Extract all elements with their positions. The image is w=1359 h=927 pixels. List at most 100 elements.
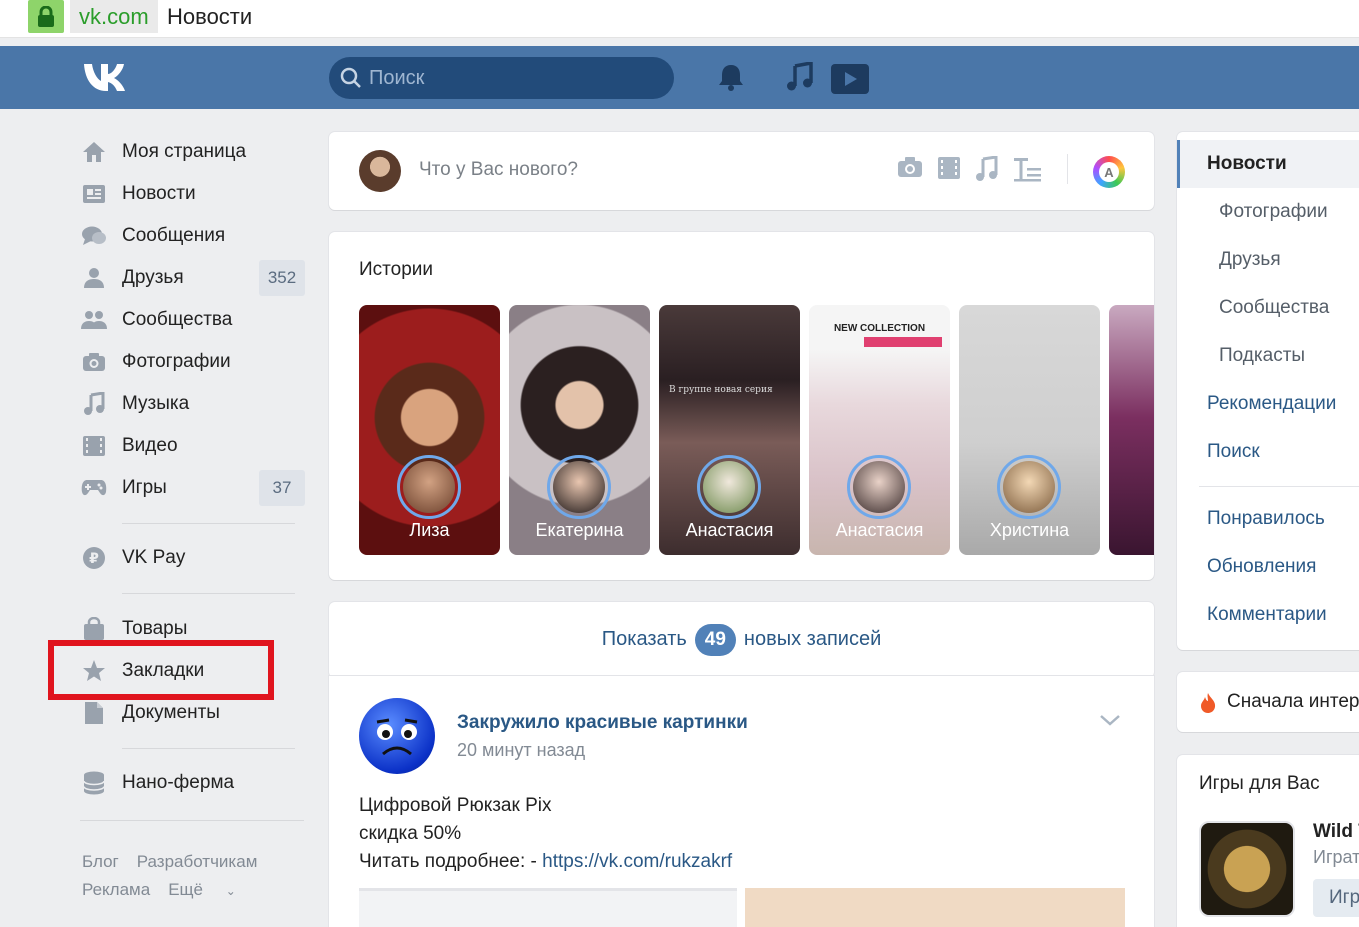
story-avatar <box>397 455 461 519</box>
fire-icon <box>1201 693 1216 713</box>
home-icon <box>80 138 108 166</box>
search-input[interactable] <box>369 57 659 99</box>
menu-item-vk-pay[interactable]: ₽ VK Pay <box>80 540 305 576</box>
post-line: Читать подробнее: - <box>359 851 543 872</box>
camera-icon[interactable] <box>897 156 923 187</box>
menu-item-my-page[interactable]: Моя страница <box>80 134 305 170</box>
stories-block: Истории Лиза Екатерина В группе новая се… <box>329 232 1154 580</box>
right-nav-news[interactable]: Новости <box>1177 140 1359 188</box>
story-card[interactable]: Екатерина <box>509 305 650 555</box>
ruble-icon: ₽ <box>80 544 108 572</box>
composer-tools <box>897 155 1043 187</box>
user-avatar[interactable] <box>359 150 401 192</box>
film-icon <box>80 432 108 460</box>
post-image[interactable] <box>745 888 1125 927</box>
menu-label: Игры <box>122 477 167 498</box>
menu-item-video[interactable]: Видео <box>80 428 305 464</box>
post-timestamp[interactable]: 20 минут назад <box>457 740 585 761</box>
menu-label: Новости <box>122 183 196 204</box>
play-game-button[interactable]: Играть <box>1313 879 1359 917</box>
menu-item-documents[interactable]: Документы <box>80 695 305 731</box>
bell-icon[interactable] <box>716 62 746 97</box>
menu-item-messages[interactable]: Сообщения <box>80 218 305 254</box>
right-nav-communities[interactable]: Сообщества <box>1177 284 1359 332</box>
right-nav-comments[interactable]: Комментарии <box>1177 591 1359 639</box>
menu-label: Музыка <box>122 393 190 414</box>
menu-label: Друзья <box>122 267 184 288</box>
chevron-down-icon[interactable] <box>1099 714 1121 733</box>
game-icon[interactable] <box>1199 821 1295 917</box>
story-avatar <box>997 455 1061 519</box>
game-name[interactable]: Wild Tanks <box>1313 821 1359 843</box>
story-card[interactable]: Христина <box>959 305 1100 555</box>
right-nav-photos[interactable]: Фотографии <box>1177 188 1359 236</box>
menu-label: Видео <box>122 435 178 456</box>
menu-item-communities[interactable]: Сообщества <box>80 302 305 338</box>
post-author-avatar[interactable] <box>359 698 435 774</box>
menu-label: Моя страница <box>122 141 247 162</box>
story-card[interactable]: В группе новая серия Анастасия <box>659 305 800 555</box>
menu-item-music[interactable]: Музыка <box>80 386 305 422</box>
group-icon <box>80 306 108 334</box>
stories-title: Истории <box>359 259 434 280</box>
highlight-box <box>48 640 274 700</box>
right-nav-podcasts[interactable]: Подкасты <box>1177 332 1359 380</box>
composer-placeholder[interactable]: Что у Вас нового? <box>419 159 578 181</box>
post-line: скидка 50% <box>359 823 462 844</box>
game-subtitle: Играть <box>1313 847 1359 867</box>
search-bar[interactable] <box>329 57 674 99</box>
footer-link-more[interactable]: Ещё ⌄ <box>168 880 254 899</box>
story-name: Христина <box>989 520 1070 540</box>
camera-icon <box>80 348 108 376</box>
right-nav-updates[interactable]: Обновления <box>1177 543 1359 591</box>
url-domain[interactable]: vk.com <box>70 0 158 33</box>
menu-item-friends[interactable]: Друзья 352 <box>80 260 305 296</box>
story-name: Анастасия <box>835 520 924 540</box>
video-icon[interactable] <box>937 156 961 187</box>
music-icon[interactable] <box>975 155 999 187</box>
post-author-name[interactable]: Закружило красивые картинки <box>457 712 748 734</box>
show-new-prefix: Показать <box>601 628 687 650</box>
menu-item-nano-farm[interactable]: Нано-ферма <box>80 765 305 801</box>
post-composer[interactable]: Что у Вас нового? A <box>329 132 1154 210</box>
music-icon[interactable] <box>786 60 814 97</box>
browser-address-bar[interactable]: vk.com Новости <box>0 0 1359 38</box>
post-link[interactable]: https://vk.com/rukzakrf <box>542 851 732 872</box>
right-nav-search[interactable]: Поиск <box>1177 428 1359 476</box>
tools-divider <box>1067 154 1068 184</box>
right-nav-friends[interactable]: Друзья <box>1177 236 1359 284</box>
feed-post: Закружило красивые картинки 20 минут наз… <box>329 676 1154 927</box>
menu-item-photos[interactable]: Фотографии <box>80 344 305 380</box>
poster-icon[interactable]: A <box>1093 156 1125 188</box>
play-icon[interactable] <box>831 64 869 99</box>
story-card[interactable]: NEW COLLECTION Анастасия <box>809 305 950 555</box>
post-image[interactable] <box>359 888 737 927</box>
vk-logo[interactable] <box>82 61 132 98</box>
games-widget: Игры для Вас Wild Tanks Играть Играть <box>1177 755 1359 927</box>
document-icon <box>80 699 108 727</box>
footer-link-blog[interactable]: Блог <box>82 852 119 871</box>
right-nav-recommendations[interactable]: Рекомендации <box>1177 380 1359 428</box>
footer-links: Блог Разработчикам Реклама Ещё ⌄ <box>82 848 275 905</box>
music-note-icon <box>80 390 108 418</box>
footer-link-developers[interactable]: Разработчикам <box>137 852 258 871</box>
menu-label: Нано-ферма <box>122 772 235 793</box>
text-format-icon[interactable] <box>1013 156 1043 187</box>
sort-toggle[interactable]: Сначала интересные <box>1177 672 1359 732</box>
story-avatar <box>847 455 911 519</box>
menu-divider <box>122 748 295 749</box>
story-name: Лиза <box>409 520 450 540</box>
story-card[interactable]: Лиза <box>359 305 500 555</box>
gamepad-icon <box>80 474 108 502</box>
show-new-posts[interactable]: Показать 49 новых записей <box>329 602 1154 678</box>
browser-page-title: Новости <box>167 4 253 29</box>
menu-item-news[interactable]: Новости <box>80 176 305 212</box>
menu-label: Фотографии <box>122 351 231 372</box>
search-icon <box>340 67 361 88</box>
post-text: Цифровой Рюкзак Pix скидка 50% Читать по… <box>359 792 732 876</box>
footer-link-ads[interactable]: Реклама <box>82 880 150 899</box>
right-nav-liked[interactable]: Понравилось <box>1177 495 1359 543</box>
menu-item-games[interactable]: Игры 37 <box>80 470 305 506</box>
right-nav: Новости Фотографии Друзья Сообщества Под… <box>1177 132 1359 650</box>
story-card[interactable] <box>1109 305 1154 555</box>
